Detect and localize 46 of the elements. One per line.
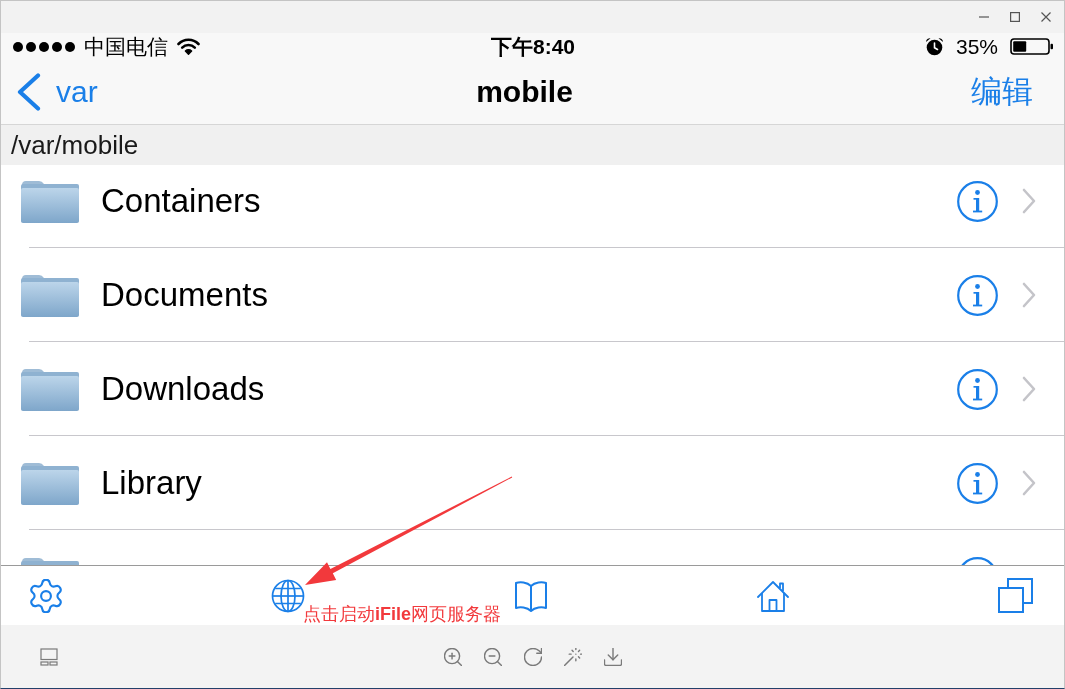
- chevron-right-icon: [1022, 188, 1036, 214]
- globe-icon[interactable]: [271, 578, 306, 613]
- zoom-in-icon[interactable]: [443, 647, 462, 666]
- file-row[interactable]: Downloads: [1, 342, 1064, 436]
- settings-icon[interactable]: [29, 578, 63, 613]
- home-icon[interactable]: [755, 578, 790, 613]
- file-row[interactable]: Documents: [1, 248, 1064, 342]
- info-icon[interactable]: [957, 180, 998, 222]
- file-row[interactable]: Library: [1, 436, 1064, 530]
- folder-icon: [20, 272, 80, 318]
- file-name: Downloads: [101, 369, 265, 409]
- file-name: Containers: [101, 181, 261, 221]
- info-icon[interactable]: [957, 274, 998, 316]
- close-icon[interactable]: [1041, 12, 1051, 22]
- magic-wand-icon[interactable]: [563, 647, 582, 666]
- edit-button[interactable]: 编辑: [971, 74, 1033, 110]
- wifi-icon: [177, 38, 200, 55]
- chevron-right-icon: [1022, 282, 1036, 308]
- back-chevron-icon: [16, 73, 41, 111]
- file-name: Documents: [101, 275, 268, 315]
- battery-icon: [1010, 38, 1053, 55]
- info-icon[interactable]: [957, 368, 998, 410]
- annotation-text: 点击启动iFile网页服务器: [303, 604, 501, 624]
- chevron-right-icon: [1022, 376, 1036, 402]
- current-path: /var/mobile: [11, 130, 139, 160]
- back-button[interactable]: var: [16, 73, 98, 111]
- file-name: Library: [101, 463, 202, 503]
- status-time: 下午8:40: [491, 34, 575, 59]
- alarm-icon: [924, 37, 944, 56]
- battery-percent: 35%: [955, 34, 998, 59]
- chevron-right-icon: [1022, 470, 1036, 496]
- copy-icon[interactable]: [998, 578, 1033, 613]
- screen-layout-icon[interactable]: [40, 647, 58, 666]
- zoom-out-icon[interactable]: [483, 647, 502, 666]
- carrier-name: 中国电信: [84, 34, 168, 59]
- download-icon[interactable]: [603, 647, 622, 666]
- signal-dots-icon: [13, 41, 75, 52]
- book-icon[interactable]: [513, 578, 548, 613]
- folder-icon: [20, 460, 80, 506]
- rotate-icon[interactable]: [523, 647, 542, 666]
- nav-title: mobile: [476, 74, 573, 110]
- info-icon[interactable]: [957, 462, 998, 504]
- maximize-icon[interactable]: [1010, 12, 1020, 22]
- file-row[interactable]: Containers: [1, 165, 1064, 248]
- folder-icon: [20, 178, 80, 224]
- folder-icon: [20, 366, 80, 412]
